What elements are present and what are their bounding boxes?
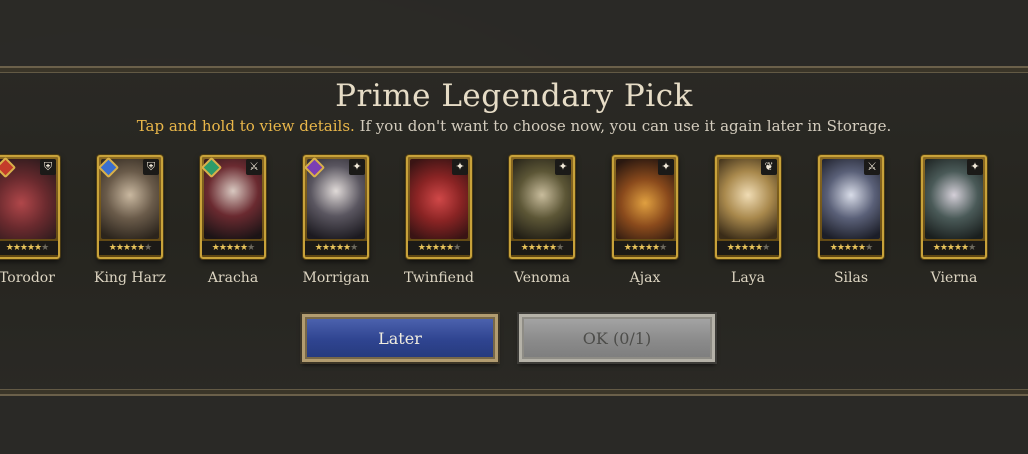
star-rating: ★★★★★★ <box>717 241 779 255</box>
hero-name: Vierna <box>930 270 978 286</box>
support-icon: ✦ <box>349 159 365 175</box>
hero-card[interactable]: ✦ ★★★★★★ <box>406 155 472 259</box>
dialog-subtitle: Tap and hold to view details. If you don… <box>0 117 1028 135</box>
hero-name: Venoma <box>513 270 571 286</box>
subtitle-rest: If you don't want to choose now, you can… <box>354 117 892 135</box>
support-icon: ✦ <box>555 159 571 175</box>
hero-card[interactable]: ✦ ★★★★★★ <box>303 155 369 259</box>
void-affinity-icon <box>305 157 326 179</box>
background-top-band <box>0 0 1028 66</box>
hero-card[interactable]: ❦ ★★★★★★ <box>715 155 781 259</box>
hero-card[interactable]: ⛨ ★★★★★★ <box>97 155 163 259</box>
defense-icon: ⛨ <box>143 159 159 175</box>
hero-name: Morrigan <box>302 270 370 286</box>
hero-name: Twinfiend <box>404 270 474 286</box>
hero-name: Torodor <box>0 270 55 286</box>
star-rating: ★★★★★★ <box>511 241 573 255</box>
spirit-affinity-icon <box>202 157 223 179</box>
attack-icon: ⚔ <box>246 159 262 175</box>
hero-card[interactable]: ⚔ ★★★★★★ <box>200 155 266 259</box>
hero-card[interactable]: ✦ ★★★★★★ <box>509 155 575 259</box>
hero-card[interactable]: ⛨ ★★★★★★ <box>0 155 60 259</box>
hero-name: Ajax <box>629 270 661 286</box>
star-rating: ★★★★★★ <box>408 241 470 255</box>
hero-card[interactable]: ✦ ★★★★★★ <box>612 155 678 259</box>
star-rating: ★★★★★★ <box>923 241 985 255</box>
force-affinity-icon <box>0 157 17 179</box>
hero-name: King Harz <box>94 270 166 286</box>
hero-card[interactable]: ✦ ★★★★★★ <box>921 155 987 259</box>
ok-button[interactable]: OK (0/1) <box>519 314 715 362</box>
star-rating: ★★★★★★ <box>614 241 676 255</box>
hero-name: Silas <box>833 270 869 286</box>
hero-name: Aracha <box>207 270 259 286</box>
subtitle-highlight: Tap and hold to view details. <box>136 117 355 135</box>
later-button[interactable]: Later <box>302 314 498 362</box>
support-icon: ✦ <box>967 159 983 175</box>
hp-icon: ❦ <box>761 159 777 175</box>
support-icon: ✦ <box>452 159 468 175</box>
background-bottom-band <box>0 396 1028 454</box>
magic-affinity-icon <box>99 157 120 179</box>
star-rating: ★★★★★★ <box>202 241 264 255</box>
dialog-title: Prime Legendary Pick <box>335 78 693 114</box>
defense-icon: ⛨ <box>40 159 56 175</box>
support-icon: ✦ <box>658 159 674 175</box>
hero-name: Laya <box>731 270 765 286</box>
attack-icon: ⚔ <box>864 159 880 175</box>
star-rating: ★★★★★★ <box>305 241 367 255</box>
star-rating: ★★★★★★ <box>820 241 882 255</box>
star-rating: ★★★★★★ <box>0 241 58 255</box>
star-rating: ★★★★★★ <box>99 241 161 255</box>
hero-card[interactable]: ⚔ ★★★★★★ <box>818 155 884 259</box>
